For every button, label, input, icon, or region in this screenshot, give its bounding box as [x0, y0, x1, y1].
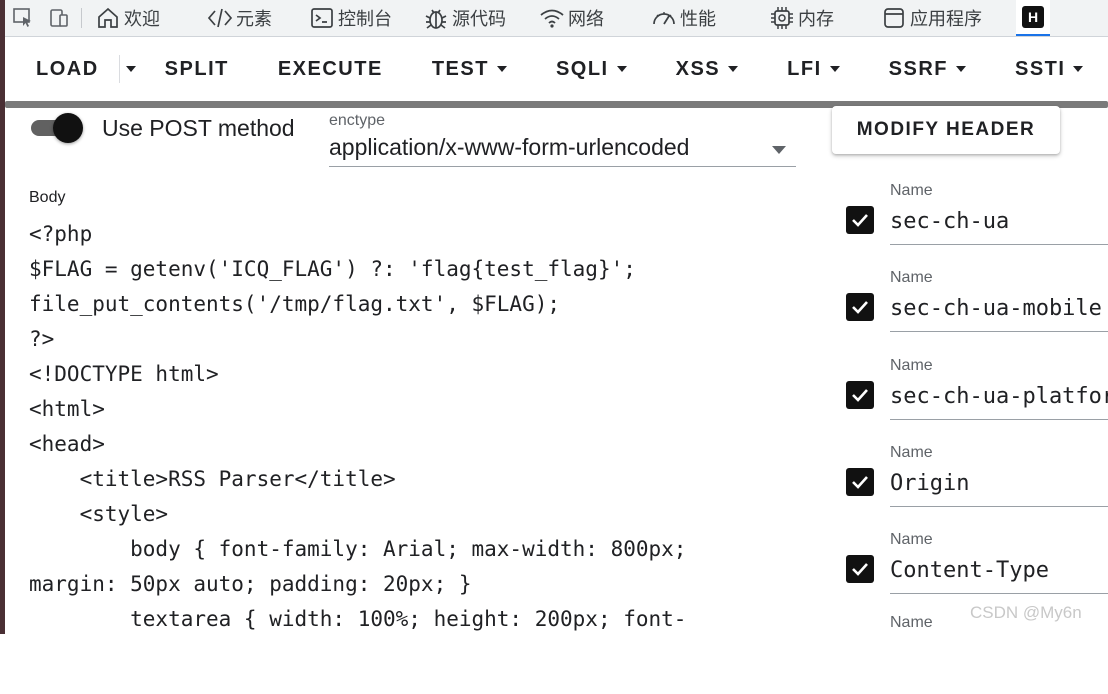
header-enabled-checkbox[interactable] — [846, 555, 874, 583]
bug-icon — [422, 4, 450, 32]
xss-label: XSS — [675, 57, 721, 80]
hackbar-logo-icon: H — [1022, 6, 1044, 28]
chevron-down-icon — [728, 66, 739, 72]
chevron-down-icon — [955, 66, 966, 72]
watermark: CSDN @My6n — [970, 603, 1082, 622]
tab-label: 性能 — [680, 9, 716, 29]
home-icon — [94, 4, 122, 32]
header-enabled-checkbox[interactable] — [846, 468, 874, 496]
ssti-menu-button[interactable]: SSTI — [1014, 49, 1084, 89]
header-row: Name sec-ch-ua-mobile — [846, 269, 1108, 349]
modify-header-button[interactable]: MODIFY HEADER — [832, 106, 1060, 154]
header-name-label: Name — [890, 269, 933, 286]
enctype-value: application/x-www-form-urlencoded — [329, 134, 690, 160]
header-enabled-checkbox[interactable] — [846, 381, 874, 409]
test-menu-button[interactable]: TEST — [432, 49, 507, 89]
tab-performance[interactable]: 性能 — [650, 0, 716, 36]
chevron-down-icon — [496, 66, 507, 72]
header-name-label: Name — [890, 531, 933, 548]
enctype-select[interactable]: application/x-www-form-urlencoded — [329, 134, 796, 167]
devtools-tab-strip: 欢迎 元素 控制台 源代码 网络 性能 内存 应用程序 H — [5, 0, 1108, 37]
header-name-input[interactable]: Origin — [890, 468, 1108, 507]
toolbar-separator — [81, 8, 82, 28]
execute-button[interactable]: EXECUTE — [278, 49, 383, 89]
header-row: Name sec-ch-ua-platform — [846, 357, 1108, 437]
load-dropdown-button[interactable] — [125, 49, 136, 89]
lfi-label: LFI — [787, 57, 822, 80]
tab-welcome[interactable]: 欢迎 — [94, 0, 160, 36]
header-name-input[interactable]: Content-Type — [890, 555, 1108, 594]
load-divider — [118, 55, 120, 83]
load-label: LOAD — [36, 57, 99, 80]
tab-label: 控制台 — [338, 9, 392, 29]
chevron-down-icon — [616, 66, 627, 72]
test-label: TEST — [431, 57, 489, 80]
header-name-label: Name — [890, 444, 933, 461]
header-enabled-checkbox[interactable] — [846, 293, 874, 321]
header-name-value: Content-Type — [890, 558, 1049, 583]
app-window-icon — [880, 4, 908, 32]
tab-label: 网络 — [568, 9, 604, 29]
chevron-down-icon — [829, 66, 840, 72]
chevron-down-icon — [125, 66, 136, 72]
code-brackets-icon — [206, 4, 234, 32]
lfi-menu-button[interactable]: LFI — [787, 49, 840, 89]
split-label: SPLIT — [164, 57, 229, 80]
tab-console[interactable]: 控制台 — [308, 0, 392, 36]
tab-label: 应用程序 — [910, 9, 982, 29]
enctype-label: enctype — [329, 112, 386, 129]
tab-label: 源代码 — [452, 9, 506, 29]
post-method-toggle[interactable] — [31, 113, 87, 143]
toggle-thumb — [53, 113, 83, 143]
load-button[interactable]: LOAD — [36, 49, 99, 89]
hackbar-toolbar: LOAD SPLIT EXECUTE TEST SQLI XSS LFI SSR… — [5, 37, 1108, 101]
header-row: Name sec-ch-ua — [846, 182, 1108, 262]
header-name-label: Name — [890, 357, 933, 374]
header-name-value: Origin — [890, 471, 970, 496]
tab-memory[interactable]: 内存 — [768, 0, 834, 36]
ssrf-menu-button[interactable]: SSRF — [889, 49, 966, 89]
header-name-input[interactable]: sec-ch-ua-platform — [890, 381, 1108, 420]
xss-menu-button[interactable]: XSS — [676, 49, 739, 89]
body-textarea[interactable]: <?php $FLAG = getenv('ICQ_FLAG') ?: 'fla… — [29, 217, 809, 637]
tab-elements[interactable]: 元素 — [206, 0, 272, 36]
tab-label: 元素 — [236, 9, 272, 29]
chip-icon — [768, 4, 796, 32]
wifi-icon — [538, 4, 566, 32]
header-name-input[interactable]: sec-ch-ua-mobile — [890, 293, 1108, 332]
chevron-down-icon — [772, 146, 786, 154]
header-row: Name — [846, 614, 1108, 694]
header-enabled-checkbox[interactable] — [846, 206, 874, 234]
header-name-label: Name — [890, 182, 933, 199]
sqli-label: SQLI — [555, 57, 609, 80]
header-row: Name Origin — [846, 444, 1108, 524]
header-name-value: sec-ch-ua — [890, 209, 1010, 234]
chevron-down-icon — [1073, 66, 1084, 72]
tab-network[interactable]: 网络 — [538, 0, 604, 36]
header-name-value: sec-ch-ua-mobile — [890, 296, 1102, 321]
tab-sources[interactable]: 源代码 — [422, 0, 506, 36]
sqli-menu-button[interactable]: SQLI — [556, 49, 627, 89]
device-toolbar-icon[interactable] — [41, 0, 77, 36]
body-label: Body — [29, 189, 66, 206]
tab-label: 内存 — [798, 9, 834, 29]
ssti-label: SSTI — [1014, 57, 1066, 80]
console-icon — [308, 4, 336, 32]
inspect-element-icon[interactable] — [5, 0, 41, 36]
header-name-label: Name — [890, 614, 933, 631]
execute-label: EXECUTE — [277, 57, 383, 80]
header-name-input[interactable]: sec-ch-ua — [890, 206, 1108, 245]
split-button[interactable]: SPLIT — [165, 49, 229, 89]
header-row: Name Content-Type — [846, 531, 1108, 611]
header-name-value: sec-ch-ua-platform — [890, 384, 1108, 409]
ssrf-label: SSRF — [888, 57, 948, 80]
gauge-icon — [650, 4, 678, 32]
tab-label: 欢迎 — [124, 9, 160, 29]
post-method-label: Use POST method — [102, 115, 295, 141]
tab-application[interactable]: 应用程序 — [880, 0, 982, 36]
tab-hackbar[interactable]: H — [1016, 0, 1050, 36]
